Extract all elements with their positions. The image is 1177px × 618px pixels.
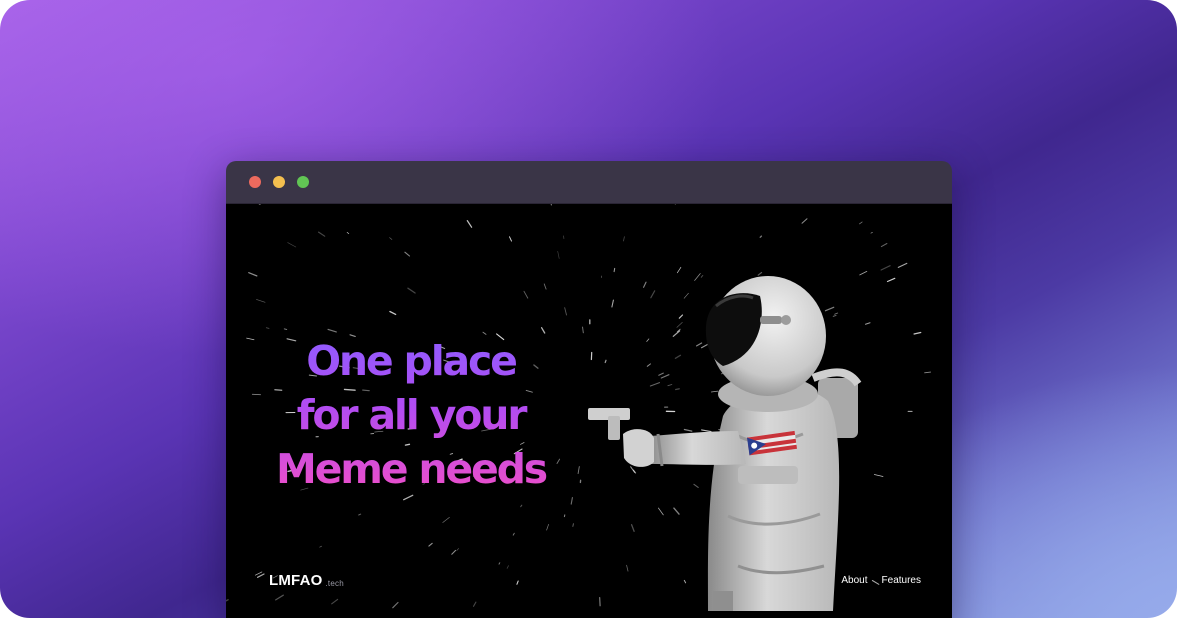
star-streak <box>318 231 326 237</box>
star-streak <box>557 250 560 259</box>
star-streak <box>564 307 567 316</box>
site-nav: About Features <box>841 575 921 586</box>
star-streak <box>520 504 523 508</box>
astronaut-image <box>588 276 862 611</box>
star-streak <box>859 221 863 225</box>
star-streak <box>331 598 339 605</box>
star-streak <box>870 231 873 234</box>
star-streak <box>516 580 519 585</box>
star-streak <box>275 594 284 601</box>
star-streak <box>358 513 362 516</box>
star-streak <box>577 466 580 475</box>
star-streak <box>623 236 625 242</box>
star-streak <box>327 328 337 333</box>
zoom-window-button[interactable] <box>297 176 309 188</box>
star-streak <box>442 517 450 523</box>
star-streak <box>319 545 323 548</box>
star-streak <box>283 328 288 330</box>
nav-link-about[interactable]: About <box>841 575 867 586</box>
star-streak <box>897 262 908 268</box>
star-streak <box>913 331 922 335</box>
star-streak <box>265 327 270 329</box>
star-streak <box>389 237 393 240</box>
star-streak <box>256 299 266 303</box>
star-streak <box>256 573 265 578</box>
star-streak <box>546 523 549 531</box>
star-streak <box>924 371 932 374</box>
headline-line-2: for all your <box>296 391 526 439</box>
close-window-button[interactable] <box>249 176 261 188</box>
star-streak <box>472 601 477 607</box>
star-streak <box>466 219 473 228</box>
star-streak <box>226 599 229 602</box>
star-streak <box>498 562 501 565</box>
star-streak <box>759 235 763 238</box>
star-streak <box>404 251 411 257</box>
star-streak <box>801 218 808 224</box>
promo-background: One place for all your Meme needs LMFAO … <box>0 0 1177 618</box>
minimize-window-button[interactable] <box>273 176 285 188</box>
logo-name: LMFAO <box>269 572 323 589</box>
headline-line-3: Meme needs <box>276 445 546 493</box>
star-streak <box>540 327 546 334</box>
star-streak <box>456 548 459 551</box>
hero-headline: One place for all your Meme needs <box>246 334 576 496</box>
star-streak <box>543 283 547 290</box>
star-streak <box>880 242 888 248</box>
star-streak <box>512 532 515 536</box>
star-streak <box>886 277 896 283</box>
star-streak <box>582 326 584 334</box>
star-streak <box>258 204 261 205</box>
site-logo[interactable]: LMFAO .tech <box>269 572 344 589</box>
star-streak <box>509 236 512 242</box>
star-streak <box>389 310 397 316</box>
star-streak <box>674 204 676 205</box>
star-streak <box>570 497 573 505</box>
window-titlebar <box>226 161 952 204</box>
star-streak <box>523 290 529 299</box>
star-streak <box>407 287 416 294</box>
star-streak <box>346 232 350 234</box>
logo-tld: .tech <box>325 579 344 588</box>
website-viewport: One place for all your Meme needs LMFAO … <box>226 204 952 618</box>
star-streak <box>550 204 552 206</box>
browser-window: One place for all your Meme needs LMFAO … <box>226 161 952 618</box>
nav-link-features[interactable]: Features <box>882 575 921 586</box>
headline-line-1: One place <box>306 337 516 385</box>
star-streak <box>392 601 399 609</box>
star-streak <box>254 571 263 576</box>
star-streak <box>428 542 433 547</box>
star-streak <box>248 272 258 277</box>
star-streak <box>506 565 509 569</box>
star-streak <box>287 242 297 248</box>
star-streak <box>451 549 457 555</box>
